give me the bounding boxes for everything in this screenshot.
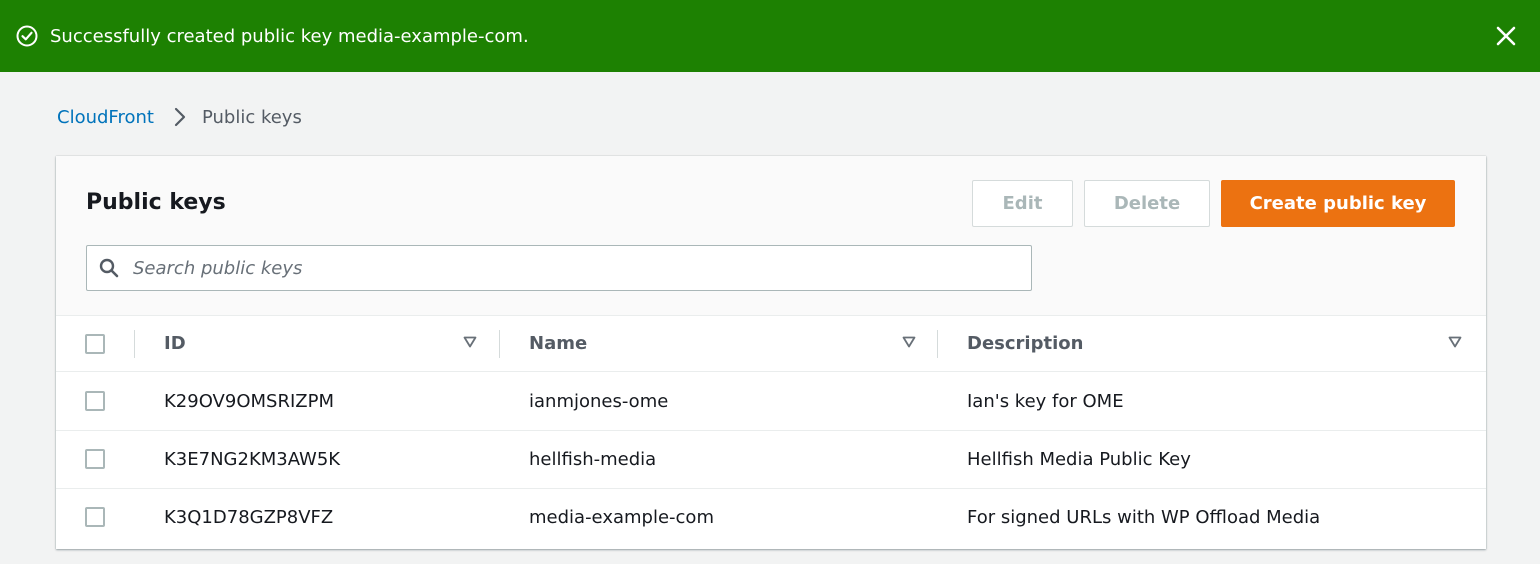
check-circle-icon <box>16 25 38 47</box>
row-checkbox[interactable] <box>85 391 105 411</box>
breadcrumb: CloudFront Public keys <box>57 105 302 129</box>
delete-button[interactable]: Delete <box>1084 180 1210 227</box>
create-public-key-button[interactable]: Create public key <box>1221 180 1455 227</box>
row-name: hellfish-media <box>529 449 657 470</box>
table-row: K29OV9OMSRIZPM ianmjones-ome Ian's key f… <box>56 373 1486 431</box>
search-box <box>86 245 1032 291</box>
row-id: K29OV9OMSRIZPM <box>164 391 334 412</box>
table-row: K3Q1D78GZP8VFZ media-example-com For sig… <box>56 489 1486 547</box>
breadcrumb-cloudfront-link[interactable]: CloudFront <box>57 107 154 128</box>
sort-down-icon[interactable] <box>902 336 916 348</box>
search-input[interactable] <box>133 246 1023 290</box>
search-icon <box>99 258 119 278</box>
table-row: K3E7NG2KM3AW5K hellfish-media Hellfish M… <box>56 431 1486 489</box>
row-id: K3E7NG2KM3AW5K <box>164 449 341 470</box>
flash-message: Successfully created public key media-ex… <box>50 26 529 47</box>
row-name: media-example-com <box>529 507 714 528</box>
row-checkbox[interactable] <box>85 507 105 527</box>
select-all-checkbox[interactable] <box>85 334 105 354</box>
column-divider <box>499 330 500 358</box>
table-header-row: ID Name Description <box>56 316 1486 372</box>
column-header-id[interactable]: ID <box>164 333 186 355</box>
edit-button[interactable]: Edit <box>972 180 1073 227</box>
close-icon[interactable] <box>1494 24 1518 48</box>
panel-title: Public keys <box>86 190 226 215</box>
row-description: For signed URLs with WP Offload Media <box>967 507 1321 528</box>
public-keys-panel: Public keys Edit Delete Create public ke… <box>56 156 1486 549</box>
row-description: Hellfish Media Public Key <box>967 449 1191 470</box>
breadcrumb-current: Public keys <box>201 106 302 128</box>
panel-header: Public keys Edit Delete Create public ke… <box>56 156 1486 316</box>
column-header-name[interactable]: Name <box>529 333 587 355</box>
chevron-right-icon <box>174 107 186 127</box>
column-divider <box>134 330 135 358</box>
sort-down-icon[interactable] <box>463 336 477 348</box>
column-header-description[interactable]: Description <box>967 333 1083 355</box>
row-checkbox[interactable] <box>85 449 105 469</box>
sort-down-icon[interactable] <box>1448 336 1462 348</box>
row-id: K3Q1D78GZP8VFZ <box>164 507 334 528</box>
row-description: Ian's key for OME <box>967 391 1124 412</box>
row-name: ianmjones-ome <box>529 391 669 412</box>
success-flash-banner: Successfully created public key media-ex… <box>0 0 1540 72</box>
column-divider <box>937 330 938 358</box>
